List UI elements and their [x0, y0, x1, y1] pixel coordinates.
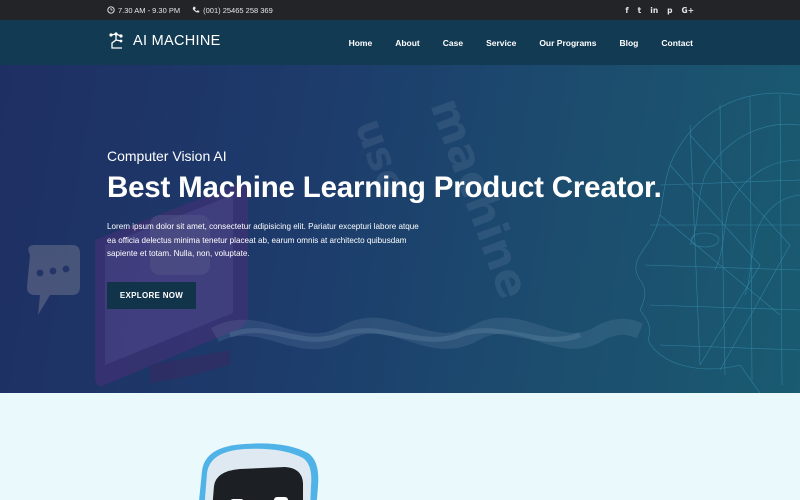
social-links: f t in p G+ — [625, 0, 694, 20]
hero-description: Lorem ipsum dolor sit amet, consectetur … — [107, 222, 419, 258]
wireframe-head-illustration — [635, 92, 800, 393]
phone-text: (001) 25465 258 369 — [203, 5, 273, 15]
nav-service[interactable]: Service — [486, 38, 516, 48]
twitter-icon[interactable]: t — [638, 6, 642, 15]
features-section — [0, 393, 800, 500]
clock-icon — [107, 6, 115, 14]
logo-text: AI MACHINE — [133, 33, 221, 49]
hero-eyebrow: Computer Vision AI — [107, 148, 227, 164]
nav-about[interactable]: About — [395, 38, 420, 48]
nav-blog[interactable]: Blog — [619, 38, 638, 48]
main-nav: Home About Case Service Our Programs Blo… — [349, 20, 693, 65]
explore-now-button[interactable]: EXPLORE NOW — [107, 282, 196, 309]
hours-text: 7.30 AM - 9.30 PM — [118, 5, 181, 15]
opening-hours: 7.30 AM - 9.30 PM — [107, 6, 180, 15]
phone-number[interactable]: (001) 25465 258 369 — [192, 6, 273, 15]
facebook-icon[interactable]: f — [625, 6, 628, 15]
hero-title: Best Machine Learning Product Creator. — [107, 171, 662, 204]
top-bar: 7.30 AM - 9.30 PM (001) 25465 258 369 f … — [0, 0, 800, 20]
contact-info: 7.30 AM - 9.30 PM (001) 25465 258 369 — [107, 0, 273, 20]
site-logo[interactable]: AI MACHINE — [107, 31, 221, 51]
linkedin-icon[interactable]: in — [650, 6, 658, 15]
pinterest-icon[interactable]: p — [667, 6, 672, 15]
chat-bubble-icon — [27, 245, 80, 315]
nav-home[interactable]: Home — [349, 38, 373, 48]
google-plus-icon[interactable]: G+ — [682, 6, 694, 15]
main-header: AI MACHINE Home About Case Service Our P… — [0, 20, 800, 65]
brain-circuit-icon — [109, 32, 123, 49]
hero-section: use machine Computer Vision AI Best Mach… — [0, 65, 800, 393]
nav-our-programs[interactable]: Our Programs — [539, 38, 596, 48]
nav-contact[interactable]: Contact — [661, 38, 693, 48]
phone-icon — [192, 6, 200, 13]
robot-illustration — [199, 443, 319, 500]
nav-case[interactable]: Case — [443, 38, 463, 48]
